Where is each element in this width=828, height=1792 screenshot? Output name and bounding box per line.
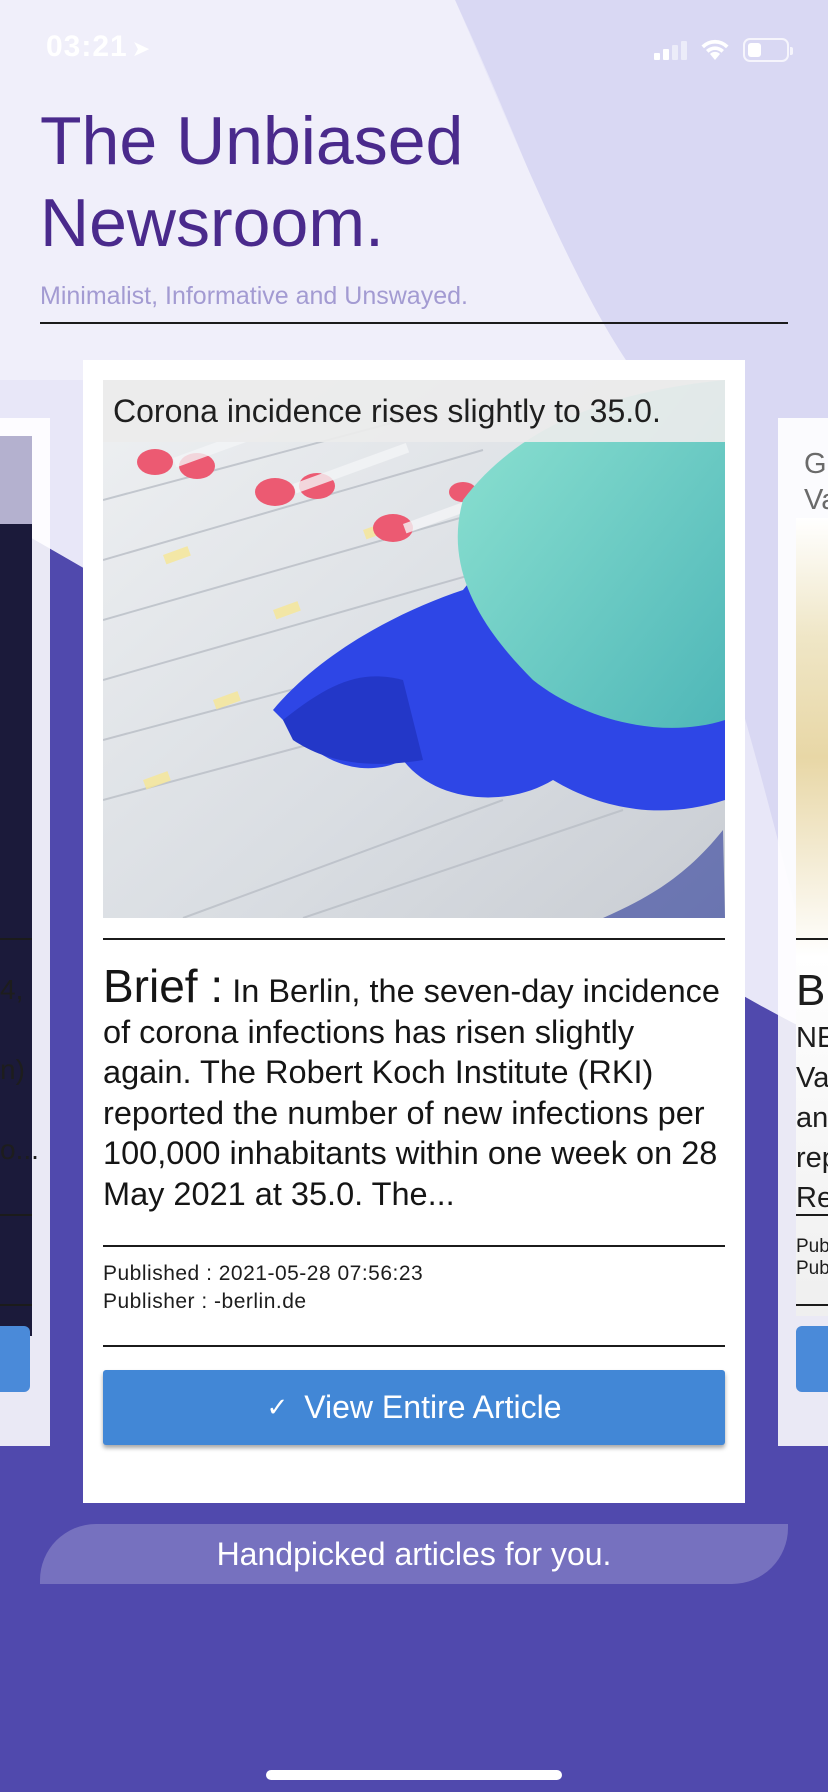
- article-meta: Published : 2021-05-28 07:56:23 Publishe…: [103, 1260, 423, 1316]
- previous-article-headline-area: [0, 436, 32, 524]
- previous-article-text-fragment: o...: [0, 1134, 39, 1165]
- publisher-name: Publisher : -berlin.de: [103, 1290, 307, 1313]
- cellular-signal-icon: [654, 40, 690, 60]
- card-divider: [103, 1345, 725, 1347]
- next-article-meta-line: Pub: [796, 1236, 828, 1257]
- brief-label: Brief :: [103, 960, 224, 1012]
- card-divider: [0, 938, 32, 940]
- checkmark-icon: ✓: [266, 1392, 289, 1422]
- header-divider: [40, 322, 788, 324]
- card-divider: [0, 1304, 32, 1306]
- card-divider: [796, 1214, 828, 1216]
- location-arrow-icon: ➤: [131, 36, 152, 61]
- next-article-meta-line: Pub: [796, 1258, 828, 1279]
- view-entire-article-button[interactable]: ✓ View Entire Article: [103, 1370, 725, 1445]
- card-divider: [796, 938, 828, 940]
- previous-article-card[interactable]: 4, n) o...: [0, 418, 50, 1446]
- card-divider: [103, 938, 725, 940]
- previous-view-article-button[interactable]: [0, 1326, 30, 1392]
- home-indicator[interactable]: [266, 1770, 562, 1780]
- wifi-icon: [701, 39, 729, 60]
- next-article-headline-line: G: [804, 448, 827, 480]
- next-article-headline-line: Va: [804, 484, 828, 516]
- next-view-article-button[interactable]: [796, 1326, 828, 1392]
- app-subtitle: Minimalist, Informative and Unswayed.: [40, 282, 468, 310]
- next-article-brief-line: rep: [796, 1142, 828, 1174]
- next-article-brief-line: an: [796, 1102, 828, 1134]
- published-date: Published : 2021-05-28 07:56:23: [103, 1262, 424, 1285]
- card-divider: [103, 1245, 725, 1247]
- next-article-brief-text: NE Va an rep Re: [796, 1018, 828, 1218]
- app-title-line-1: The Unbiased: [40, 103, 464, 179]
- next-article-meta: Pub Pub: [796, 1236, 828, 1280]
- status-bar-time: 03:21 ➤: [46, 30, 152, 63]
- article-card[interactable]: Corona incidence rises slightly to 35.0.…: [83, 360, 745, 1503]
- previous-article-text-fragment: n): [0, 1054, 25, 1085]
- article-brief: Brief : In Berlin, the seven-day inciden…: [103, 963, 725, 1214]
- battery-icon: [743, 38, 793, 62]
- card-divider: [796, 1304, 828, 1306]
- app-title-line-2: Newsroom.: [40, 185, 384, 261]
- battery-level: [748, 43, 761, 57]
- view-entire-article-label: View Entire Article: [304, 1389, 562, 1425]
- next-article-brief-line: Va: [796, 1062, 828, 1094]
- next-article-brief-label: Br: [796, 966, 828, 1015]
- card-divider: [0, 1214, 32, 1216]
- article-image: Corona incidence rises slightly to 35.0.: [103, 380, 725, 918]
- next-article-brief-line: NE: [796, 1022, 828, 1054]
- article-photo-test-tubes: [103, 380, 725, 918]
- next-article-headline: G Va: [804, 446, 828, 518]
- handpicked-banner: Handpicked articles for you.: [40, 1524, 788, 1584]
- previous-article-text-fragment: 4,: [0, 974, 24, 1005]
- next-article-brief-line: Re: [796, 1182, 828, 1214]
- article-headline: Corona incidence rises slightly to 35.0.: [103, 380, 725, 442]
- next-article-card[interactable]: G Va Br NE Va an rep Re Pub Pub: [778, 418, 828, 1446]
- app-title: The Unbiased Newsroom.: [40, 100, 600, 264]
